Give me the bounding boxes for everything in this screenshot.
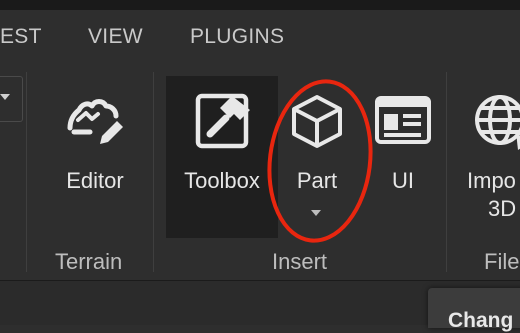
annotation-highlight-circle xyxy=(267,79,373,243)
